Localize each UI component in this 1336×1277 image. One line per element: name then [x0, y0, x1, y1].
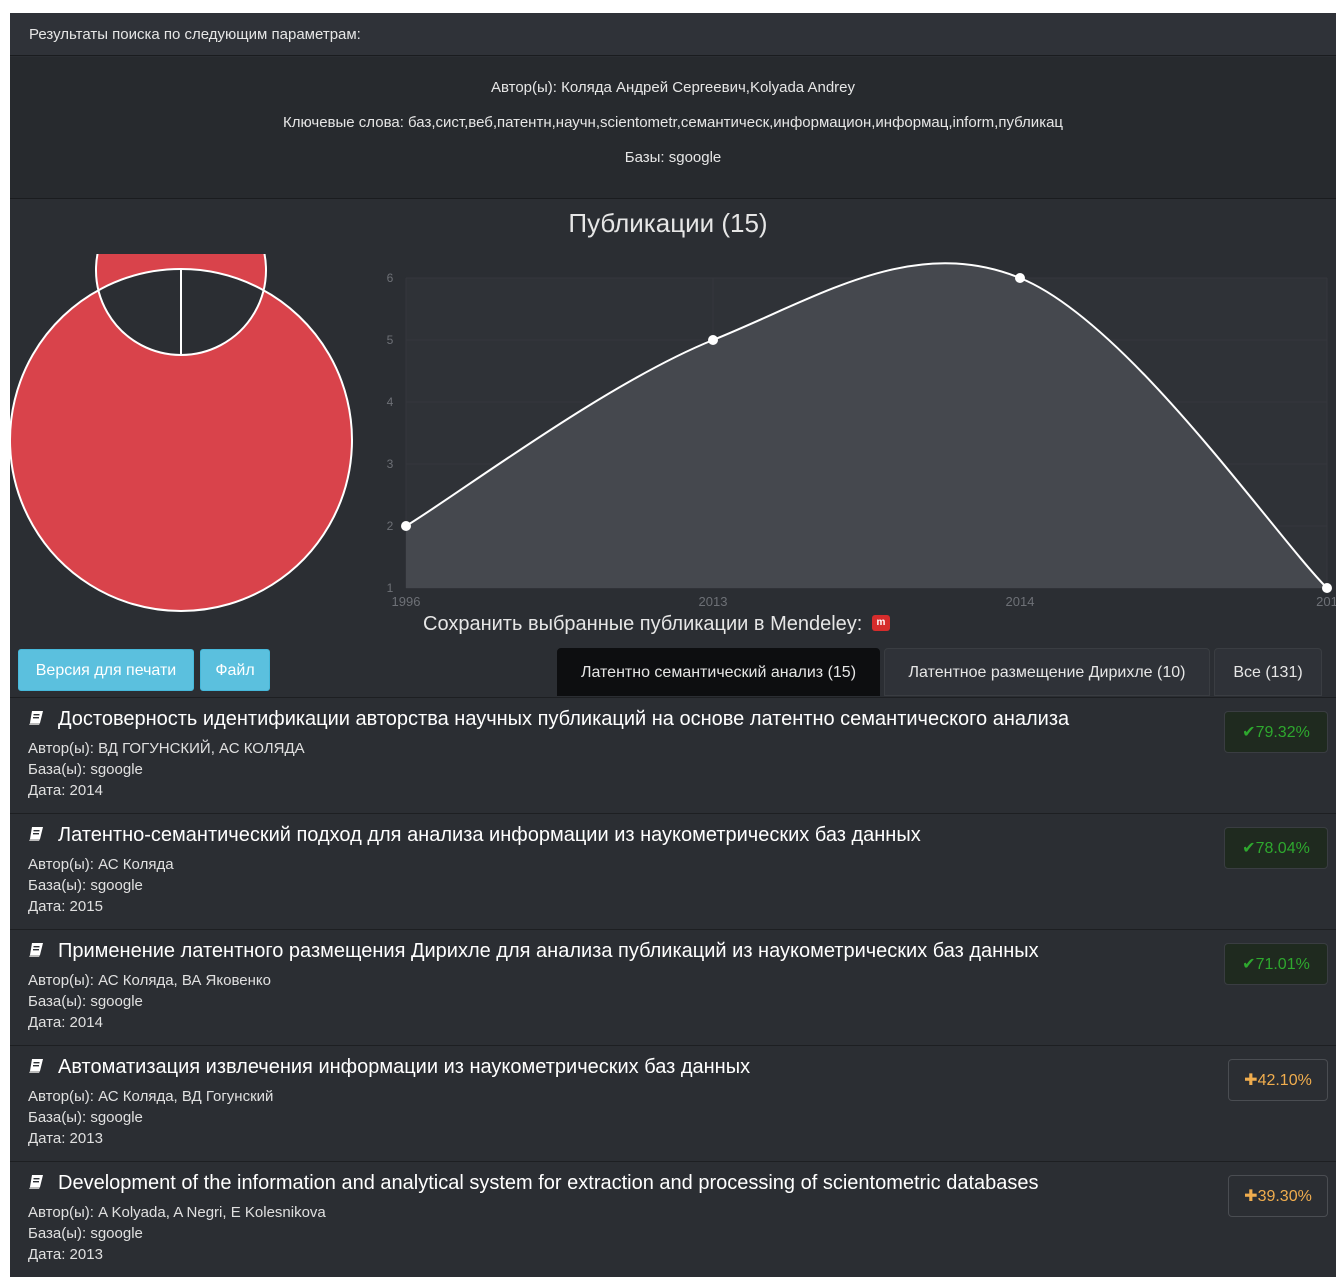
relevance-score-badge[interactable]: ✔79.32% [1224, 711, 1328, 753]
tab-lsa[interactable]: Латентно семантический анализ (15) [557, 648, 880, 696]
publication-bases: База(ы): sgoogle [28, 993, 143, 1010]
publication-title-text: Достоверность идентификации авторства на… [58, 708, 1070, 730]
publication-authors: Автор(ы): АС Коляда, ВА Яковенко [28, 972, 271, 989]
y-tick-label: 6 [387, 271, 394, 285]
tab-all[interactable]: Все (131) [1214, 648, 1322, 696]
publication-title-text: Автоматизация извлечения информации из н… [58, 1056, 751, 1078]
donut-chart [9, 254, 353, 612]
publication-authors: Автор(ы): A Kolyada, A Negri, E Kolesnik… [28, 1204, 326, 1221]
x-tick-label: 2013 [699, 594, 728, 609]
param-authors: Автор(ы): Коляда Андрей Сергеевич,Kolyad… [490, 79, 856, 96]
publication-authors: Автор(ы): АС Коляда, ВД Гогунский [28, 1088, 274, 1105]
book-icon [29, 1059, 43, 1073]
relevance-score-badge[interactable]: ✚42.10% [1228, 1059, 1328, 1101]
chart-title: Публикации (15) [568, 208, 768, 238]
y-tick-label: 1 [387, 581, 394, 595]
data-point[interactable] [1322, 583, 1332, 593]
x-tick-label: 201 [1316, 594, 1336, 609]
y-tick-label: 5 [387, 333, 394, 347]
mendeley-save-row: Сохранить выбранные публикации в Mendele… [423, 613, 890, 636]
publication-title[interactable]: Development of the information and analy… [28, 1172, 1039, 1195]
publication-title[interactable]: Латентно-семантический подход для анализ… [28, 824, 921, 847]
publications-line-chart: 1 2 3 4 5 6 1996 2013 2014 201 [387, 262, 1336, 609]
data-point[interactable] [401, 521, 411, 531]
publication-bases: База(ы): sgoogle [28, 1109, 143, 1126]
publication-date: Дата: 2014 [28, 1014, 103, 1031]
param-bases: Базы: sgoogle [624, 149, 722, 166]
publication-title-text: Development of the information and analy… [58, 1172, 1039, 1194]
book-icon [29, 1175, 43, 1189]
publication-title-text: Латентно-семантический подход для анализ… [58, 824, 921, 846]
relevance-score-badge[interactable]: ✔71.01% [1224, 943, 1328, 985]
publication-date: Дата: 2015 [28, 898, 103, 915]
x-tick-label: 1996 [392, 594, 421, 609]
y-tick-label: 2 [387, 519, 394, 533]
data-point[interactable] [1015, 273, 1025, 283]
book-icon [29, 943, 43, 957]
publication-date: Дата: 2014 [28, 782, 103, 799]
tab-lda[interactable]: Латентное размещение Дирихле (10) [884, 648, 1210, 696]
publication-date: Дата: 2013 [28, 1246, 103, 1263]
print-version-button[interactable]: Версия для печати [18, 649, 194, 691]
publication-date: Дата: 2013 [28, 1130, 103, 1147]
mendeley-icon[interactable]: m [871, 614, 890, 631]
publication-authors: Автор(ы): АС Коляда [28, 856, 174, 873]
y-tick-label: 3 [387, 457, 394, 471]
book-icon [29, 711, 43, 725]
search-params-panel: Автор(ы): Коляда Андрей Сергеевич,Kolyad… [10, 57, 1336, 199]
publication-authors: Автор(ы): ВД ГОГУНСКИЙ, АС КОЛЯДА [28, 740, 305, 757]
publication-bases: База(ы): sgoogle [28, 761, 143, 778]
publication-bases: База(ы): sgoogle [28, 877, 143, 894]
publication-title[interactable]: Применение латентного размещения Дирихле… [28, 940, 1039, 963]
search-params-header: Результаты поиска по следующим параметра… [10, 13, 1336, 56]
publication-title[interactable]: Автоматизация извлечения информации из н… [28, 1056, 750, 1079]
mendeley-label: Сохранить выбранные публикации в Mendele… [423, 613, 863, 635]
publication-item[interactable]: Достоверность идентификации авторства на… [10, 697, 1336, 813]
publication-title-text: Применение латентного размещения Дирихле… [58, 940, 1039, 962]
param-keywords: Ключевые слова: баз,сист,веб,патентн,нау… [282, 114, 1064, 131]
y-tick-label: 4 [387, 395, 394, 409]
relevance-score-badge[interactable]: ✔78.04% [1224, 827, 1328, 869]
relevance-score-badge[interactable]: ✚39.30% [1228, 1175, 1328, 1217]
publication-title[interactable]: Достоверность идентификации авторства на… [28, 708, 1069, 731]
data-point[interactable] [708, 335, 718, 345]
file-button[interactable]: Файл [200, 649, 270, 691]
book-icon [29, 827, 43, 841]
publication-item[interactable]: Применение латентного размещения Дирихле… [10, 929, 1336, 1045]
publication-bases: База(ы): sgoogle [28, 1225, 143, 1242]
publication-item[interactable]: Development of the information and analy… [10, 1161, 1336, 1277]
x-tick-label: 2014 [1006, 594, 1035, 609]
publication-item[interactable]: Латентно-семантический подход для анализ… [10, 813, 1336, 929]
publication-item[interactable]: Автоматизация извлечения информации из н… [10, 1045, 1336, 1161]
